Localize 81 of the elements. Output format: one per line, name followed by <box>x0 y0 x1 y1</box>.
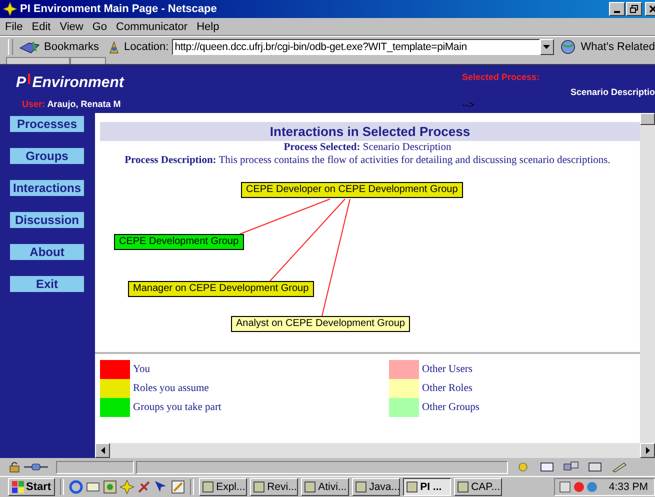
legend-label: Groups you take part <box>133 402 222 413</box>
sidebar-button[interactable]: Interactions <box>10 180 84 196</box>
taskbar-button[interactable]: Expl... <box>199 478 248 496</box>
window-title: PI Environment Main Page - Netscape <box>20 3 217 15</box>
menu-item[interactable]: Communicator <box>116 20 188 32</box>
plug-icon[interactable] <box>24 462 48 472</box>
legend-label: Other Groups <box>422 402 480 413</box>
sidebar-button[interactable]: Exit <box>10 276 84 292</box>
scrollbar-thumb[interactable] <box>640 113 655 125</box>
mail-icon[interactable] <box>538 461 556 473</box>
envelope-icon[interactable] <box>86 480 100 494</box>
heading: Interactions in Selected Process <box>100 122 640 141</box>
diagram-node[interactable]: CEPE Development Group <box>114 234 244 250</box>
lock-icon[interactable] <box>8 461 22 473</box>
netscape-logo-icon <box>3 2 17 16</box>
taskbar-button[interactable]: PI ... <box>403 478 452 496</box>
taskbar-button[interactable]: CAP... <box>454 478 502 496</box>
diagram-node[interactable]: Manager on CEPE Development Group <box>128 281 314 297</box>
sidebar-button[interactable]: Discussion <box>10 212 84 228</box>
bookmark-icon[interactable] <box>19 40 41 54</box>
vertical-scrollbar[interactable] <box>640 113 655 443</box>
restore-icon <box>630 5 638 13</box>
restore-button[interactable] <box>626 2 642 16</box>
taskbar-button[interactable]: Revi... <box>250 478 298 496</box>
media-icon[interactable] <box>103 480 118 494</box>
diagram-node[interactable]: Analyst on CEPE Development Group <box>231 316 410 332</box>
pencil-icon[interactable] <box>171 480 186 494</box>
collapsed-toolbar-tab[interactable] <box>70 57 106 64</box>
user-name: Araujo, Renata M <box>47 99 121 109</box>
left-arrow-icon <box>100 447 104 454</box>
legend-label: You <box>133 364 150 375</box>
taskbar-button[interactable]: Java... <box>352 478 400 496</box>
tool-icon[interactable] <box>137 480 152 494</box>
menu-item[interactable]: Go <box>92 20 108 32</box>
windows-logo-icon <box>12 481 24 493</box>
window-icon <box>202 481 214 493</box>
url-field[interactable]: http://queen.dcc.ufrj.br/cgi-bin/odb-get.exe?WIT_template=piMain <box>172 38 540 54</box>
window-icon <box>253 481 266 493</box>
process-selected-text: Process Selected: Scenario Description <box>282 141 452 154</box>
arrow-text: --> <box>462 100 474 111</box>
cursor-icon[interactable] <box>154 480 168 494</box>
star-icon[interactable] <box>120 480 134 494</box>
window-icon <box>457 481 470 493</box>
scroll-right-button[interactable] <box>640 443 655 458</box>
dropdown-button[interactable] <box>540 38 554 54</box>
legend-label: Other Users <box>422 364 472 375</box>
discussion-icon[interactable] <box>562 461 580 473</box>
menu-item[interactable]: Edit <box>32 20 51 32</box>
location-icon <box>107 40 122 54</box>
menu-item[interactable]: File <box>5 20 23 32</box>
menu-item[interactable]: View <box>60 20 84 32</box>
start-button[interactable]: Start <box>8 478 56 496</box>
selected-process-name: Scenario Descriptio <box>570 87 655 97</box>
menu-item[interactable]: Help <box>196 20 220 32</box>
sidebar-button[interactable]: Processes <box>10 116 84 132</box>
selected-process-label: Selected Process: <box>462 72 540 82</box>
minimize-button[interactable] <box>609 2 625 16</box>
sidebar-button[interactable]: Groups <box>10 148 84 164</box>
right-arrow-icon <box>646 447 650 454</box>
horizontal-scrollbar[interactable] <box>95 443 655 458</box>
toolbar-grip[interactable] <box>8 38 13 54</box>
tray-icon[interactable] <box>558 481 599 493</box>
sidebar-button[interactable]: About <box>10 244 84 260</box>
window-icon <box>355 481 368 493</box>
bookmarks-button[interactable]: Bookmarks <box>44 40 100 52</box>
caret-icon <box>543 44 550 48</box>
close-icon <box>649 5 655 13</box>
globe-icon[interactable] <box>560 38 578 54</box>
location-label: Location: <box>124 40 169 52</box>
pen-icon[interactable] <box>610 461 628 473</box>
scroll-left-button[interactable] <box>95 443 110 458</box>
whats-related-button[interactable]: What's Related <box>580 40 655 52</box>
taskbar-button[interactable]: Ativi... <box>301 478 350 496</box>
legend-label: Other Roles <box>422 383 472 394</box>
window-icon <box>406 481 418 493</box>
diagram-node[interactable]: CEPE Developer on CEPE Development Group <box>241 182 463 198</box>
clock: 4:33 PM <box>608 481 648 493</box>
window-icon <box>304 481 316 493</box>
legend-label: Roles you assume <box>133 383 209 394</box>
process-description-text: Process Description: This process contains the flow of activities for detailing and discussing scenario descriptions. <box>124 154 612 167</box>
user-label: User: <box>22 99 46 109</box>
